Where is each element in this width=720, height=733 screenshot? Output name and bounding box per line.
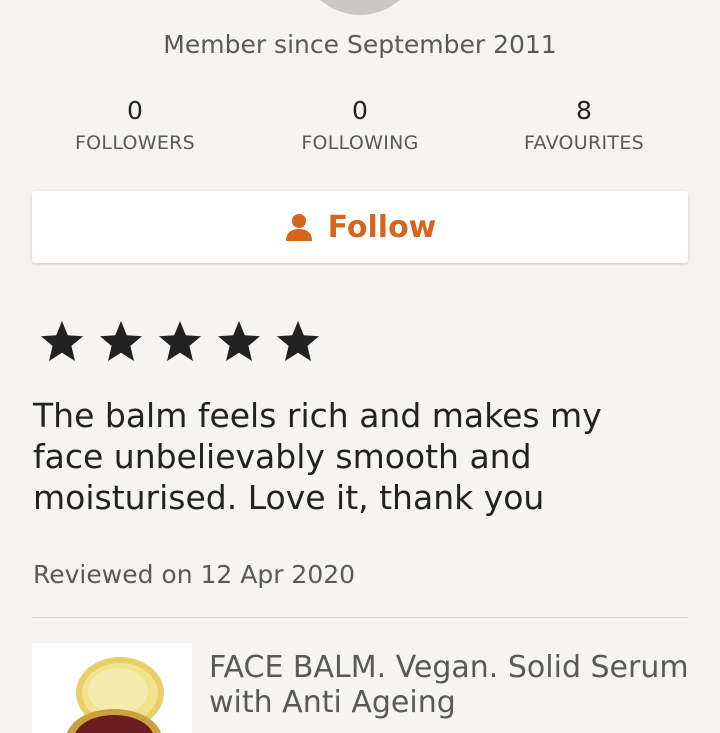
review-date: Reviewed on 12 Apr 2020 [33,560,356,589]
stat-following[interactable]: 0 FOLLOWING [250,94,470,158]
review-text: The balm feels rich and makes my face un… [33,396,602,517]
divider [32,617,688,618]
star-icon [277,321,319,361]
star-rating [38,318,333,366]
stat-followers[interactable]: 0 FOLLOWERS [25,94,245,158]
stat-favourites-label: FAVOURITES [524,132,644,154]
follow-button[interactable]: Follow [32,191,688,263]
star-icon [218,321,260,361]
product-title[interactable]: FACE BALM. Vegan. Solid Serum with Anti … [209,650,689,720]
stat-favourites[interactable]: 8 FAVOURITES [474,94,694,158]
stat-followers-label: FOLLOWERS [74,132,196,154]
stat-followers-count: 0 [127,96,143,125]
profile-stats: 0 FOLLOWERS 0 FOLLOWING 8 FAVOURITES [0,94,720,164]
stat-following-label: FOLLOWING [301,132,419,154]
stat-following-count: 0 [352,96,368,125]
star-icon [100,321,142,361]
follow-button-label: Follow [327,209,437,245]
star-icon [41,321,83,361]
star-icon [159,321,201,361]
person-icon [285,214,312,241]
avatar[interactable] [300,0,420,15]
member-since-text: Member since September 2011 [163,30,557,59]
stat-favourites-count: 8 [576,96,592,125]
